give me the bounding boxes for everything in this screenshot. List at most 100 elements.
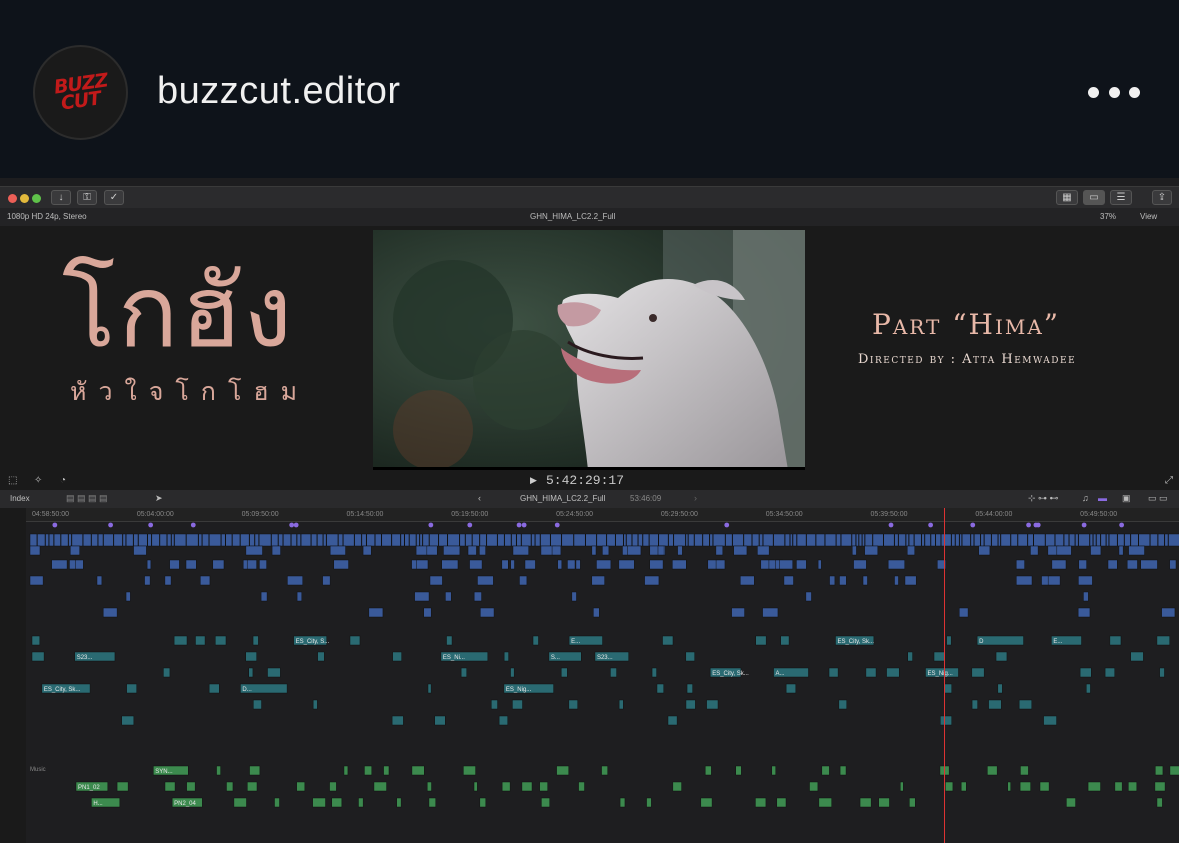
connected-clip[interactable] [1126,559,1138,570]
audio-clip[interactable] [195,635,206,646]
primary-clip[interactable] [623,533,627,547]
audio-clip[interactable] [215,635,227,646]
audio-clip[interactable] [434,715,446,726]
connected-clip[interactable] [817,559,822,570]
connected-clip[interactable] [519,575,528,586]
music-clip[interactable] [704,765,712,776]
connected-clip[interactable] [839,575,847,586]
connected-clip[interactable] [212,559,225,570]
music-clip[interactable] [331,797,343,808]
connected-clip[interactable] [146,559,152,570]
audio-clip[interactable] [1079,667,1092,678]
browser-toggle-button[interactable]: ▦ [1056,190,1078,205]
audio-clip[interactable] [662,635,674,646]
audio-clip[interactable] [1159,667,1165,678]
music-clip[interactable] [539,781,548,792]
marker[interactable] [1081,522,1087,528]
primary-clip[interactable] [1117,533,1125,547]
primary-clip[interactable] [762,533,774,547]
connected-clip[interactable] [443,545,461,556]
primary-clip[interactable] [1033,533,1046,547]
primary-clip[interactable] [232,533,241,547]
primary-clip[interactable] [998,533,1001,547]
audio-clip[interactable] [685,651,695,662]
audio-clip[interactable] [31,651,45,662]
connected-clip[interactable] [904,575,917,586]
primary-clip[interactable] [626,533,632,547]
music-clip[interactable] [164,781,176,792]
connected-clip[interactable] [864,545,879,556]
primary-clip[interactable] [68,533,72,547]
connected-clip[interactable] [627,545,642,556]
connected-clip[interactable] [416,559,429,570]
connected-clip[interactable] [672,559,687,570]
primary-clip[interactable] [1078,533,1090,547]
primary-clip[interactable] [1069,533,1076,547]
connected-clip[interactable] [557,559,563,570]
primary-clip[interactable] [773,533,785,547]
audio-clip[interactable] [610,667,617,678]
audio-clip[interactable]: D... [240,683,288,694]
primary-clip[interactable] [45,533,49,547]
speed-icon[interactable]: ◔ [60,475,66,486]
audio-clip[interactable] [828,667,839,678]
connected-clip[interactable] [715,545,724,556]
audio-clip[interactable] [997,683,1003,694]
audio-clip[interactable] [1043,715,1057,726]
audio-clip[interactable] [208,683,220,694]
audio-clip[interactable] [686,683,693,694]
audio-clip[interactable] [838,699,847,710]
connected-clip[interactable] [1047,575,1061,586]
music-clip[interactable] [878,797,890,808]
connected-clip[interactable] [757,545,770,556]
primary-clip[interactable] [796,533,807,547]
primary-clip[interactable] [125,533,134,547]
primary-clip[interactable] [221,533,226,547]
connected-clip[interactable] [567,559,576,570]
connected-clip[interactable] [851,545,857,556]
music-clip[interactable]: PN2_04 [171,797,203,808]
primary-clip[interactable] [516,533,522,547]
audio-clip[interactable]: ES_Nig... [503,683,554,694]
music-clip[interactable] [1039,781,1050,792]
primary-clip[interactable] [752,533,760,547]
primary-clip[interactable] [894,533,899,547]
primary-clip[interactable] [712,533,726,547]
share-button[interactable]: ⇪ [1152,190,1172,205]
timeline-tracks[interactable]: ES_City, S... E... ES_City, Sk... D E... S23.… [26,522,1179,843]
primary-clip[interactable] [419,533,423,547]
audio-clip[interactable]: ES_City, Sk... [41,683,91,694]
audio-clip[interactable] [121,715,135,726]
marker[interactable] [888,522,894,528]
music-clip[interactable] [186,781,196,792]
music-clip[interactable] [1019,781,1031,792]
connected-clip[interactable] [524,559,536,570]
music-clip[interactable] [556,765,569,776]
primary-clip[interactable] [924,533,931,547]
audio-clip[interactable] [971,699,978,710]
music-clip[interactable] [619,797,626,808]
music-clip[interactable] [247,781,258,792]
primary-clip[interactable] [806,533,816,547]
more-options-button[interactable] [1088,84,1140,100]
primary-clip[interactable] [991,533,999,547]
primary-clip[interactable] [240,533,250,547]
connected-clip[interactable] [978,545,991,556]
audio-clip[interactable] [1130,651,1144,662]
primary-clip[interactable] [447,533,460,547]
primary-clip[interactable] [291,533,297,547]
music-clip[interactable]: H... [91,797,121,808]
connected-clip[interactable] [441,559,459,570]
music-clip[interactable] [473,781,478,792]
primary-clip[interactable] [725,533,733,547]
connected-clip[interactable] [467,545,477,556]
audio-clip[interactable] [245,651,257,662]
connected-clip[interactable] [733,545,748,556]
audio-clip[interactable] [656,683,664,694]
primary-clip[interactable] [521,533,532,547]
timeline-toggle-button[interactable]: ▭ [1083,190,1105,205]
primary-clip[interactable] [1130,533,1139,547]
primary-clip[interactable] [317,533,324,547]
primary-clip[interactable] [122,533,126,547]
connected-clip[interactable] [473,591,482,602]
